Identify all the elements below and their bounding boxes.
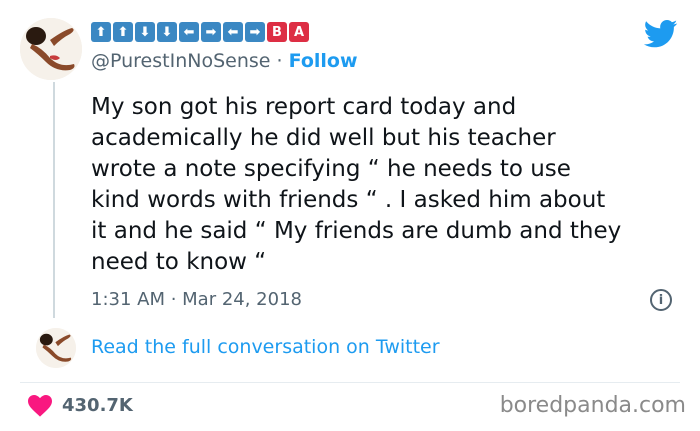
tweet-text: My son got his report card today and aca…	[91, 94, 622, 275]
watermark: boredpanda.com	[499, 393, 686, 418]
key-left: ⬅	[223, 22, 243, 42]
key-up: ⬆	[113, 22, 133, 42]
key-a: A	[289, 22, 309, 42]
twitter-bird-icon[interactable]	[644, 20, 678, 48]
key-up: ⬆	[91, 22, 111, 42]
key-left: ⬅	[179, 22, 199, 42]
author-handle[interactable]: @PurestInNoSense	[91, 50, 270, 72]
tweet-timestamp[interactable]: 1:31 AM · Mar 24, 2018	[91, 289, 302, 310]
info-icon[interactable]: i	[650, 289, 672, 311]
divider	[20, 382, 680, 383]
follow-button[interactable]: Follow	[289, 50, 358, 72]
author-name[interactable]: ⬆ ⬆ ⬇ ⬇ ⬅ ➡ ⬅ ➡ B A	[91, 22, 309, 42]
avatar-small[interactable]	[36, 328, 76, 368]
handle-row: @PurestInNoSense · Follow	[91, 50, 358, 72]
key-down: ⬇	[157, 22, 177, 42]
thread-line	[53, 82, 55, 318]
key-right: ➡	[201, 22, 221, 42]
separator-dot: ·	[276, 50, 283, 72]
heart-icon[interactable]	[28, 395, 52, 417]
key-right: ➡	[245, 22, 265, 42]
avatar[interactable]	[20, 18, 82, 80]
read-full-conversation-link[interactable]: Read the full conversation on Twitter	[91, 336, 440, 358]
key-b: B	[267, 22, 287, 42]
like-count: 430.7K	[62, 395, 133, 416]
key-down: ⬇	[135, 22, 155, 42]
